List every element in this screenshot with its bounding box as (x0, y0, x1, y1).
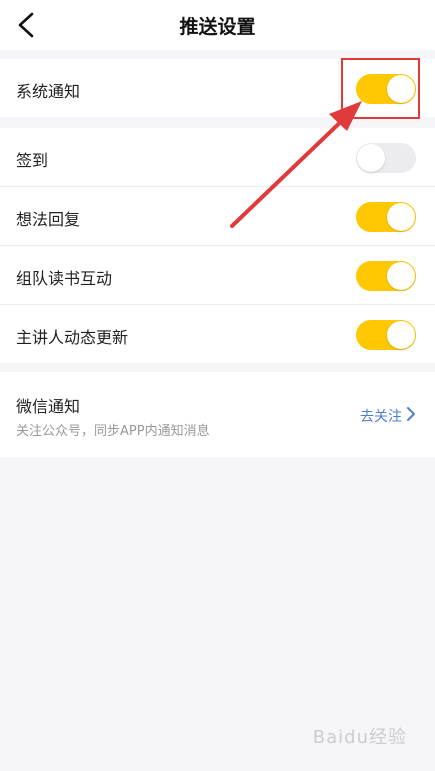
setting-row-group-reading: 组队读书互动 (0, 246, 435, 305)
baidu-watermark: Baidu经验 (312, 727, 407, 748)
setting-row-idea-reply: 想法回复 (0, 187, 435, 246)
toggle-knob (387, 262, 415, 290)
setting-row-checkin: 签到 (0, 128, 435, 187)
checkin-toggle[interactable] (356, 143, 416, 173)
wechat-title: 微信通知 (16, 397, 81, 416)
setting-label: 签到 (16, 151, 49, 170)
setting-row-speaker-updates: 主讲人动态更新 (0, 305, 435, 363)
page-title: 推送设置 (179, 16, 256, 38)
toggle-knob (387, 321, 415, 349)
toggle-knob (387, 203, 415, 231)
speaker-updates-toggle[interactable] (356, 320, 416, 350)
follow-link[interactable]: 去关注 (360, 406, 402, 426)
wechat-subtitle: 关注公众号，同步APP内通知消息 (16, 424, 210, 439)
chevron-right-icon[interactable] (405, 405, 417, 423)
annotation-highlight-box (341, 58, 420, 119)
setting-label: 系统通知 (16, 82, 81, 101)
setting-label: 想法回复 (16, 210, 81, 229)
notification-settings-group: 签到 想法回复 组队读书互动 主讲人动态更新 (0, 128, 435, 363)
idea-reply-toggle[interactable] (356, 202, 416, 232)
toggle-knob (357, 144, 385, 172)
setting-label: 组队读书互动 (16, 269, 113, 288)
header: 推送设置 (0, 0, 435, 50)
setting-label: 主讲人动态更新 (16, 328, 129, 347)
group-reading-toggle[interactable] (356, 261, 416, 291)
